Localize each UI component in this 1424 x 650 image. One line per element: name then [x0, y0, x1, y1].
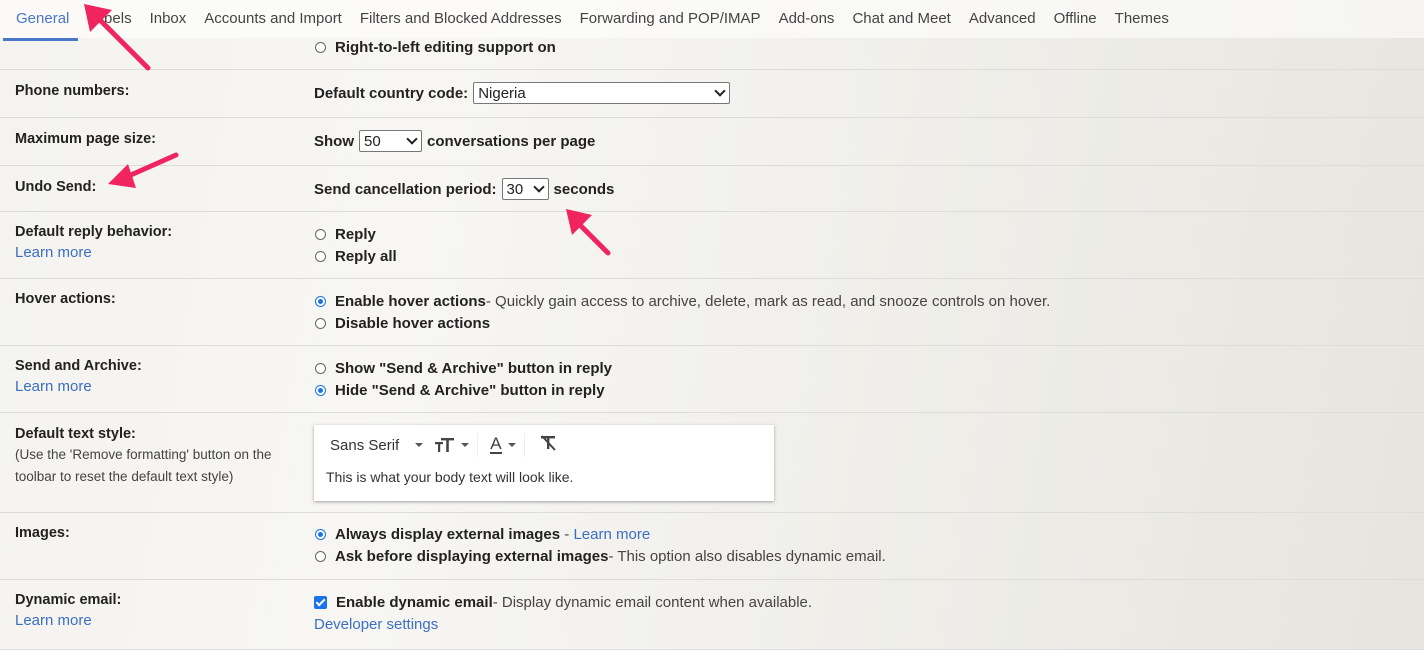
radio-selected-icon[interactable] [315, 528, 326, 540]
text-size-icon [435, 438, 455, 452]
tab-labels[interactable]: Labels [78, 3, 140, 35]
tab-chat-meet[interactable]: Chat and Meet [843, 3, 959, 35]
reply-label: Default reply behavior: [15, 224, 173, 240]
phone-row: Phone numbers: Default country code: Nig… [0, 70, 1424, 118]
text-color-button[interactable]: A [490, 434, 516, 454]
radio-icon[interactable] [315, 362, 326, 374]
tab-general[interactable]: General [2, 3, 79, 41]
tab-addons[interactable]: Add-ons [770, 3, 844, 35]
rtl-row: Right-to-left editing support on [0, 38, 1424, 70]
disable-hover-option[interactable]: Disable hover actions [314, 312, 1050, 334]
send-archive-label: Send and Archive: [15, 358, 142, 374]
font-family-select[interactable]: Sans Serif [330, 437, 424, 454]
tab-filters[interactable]: Filters and Blocked Addresses [351, 3, 571, 35]
text-color-icon: A [490, 434, 502, 454]
always-display-images-option[interactable]: Always display external images - Learn m… [314, 523, 886, 545]
font-size-button[interactable] [435, 437, 470, 453]
tab-accounts-import[interactable]: Accounts and Import [195, 3, 351, 35]
toolbar-divider [477, 433, 479, 457]
reply-learn-more-link[interactable]: Learn more [15, 244, 92, 261]
images-row: Images: Always display external images -… [0, 513, 1424, 580]
text-style-editor: Sans Serif A This is what your body text… [314, 425, 774, 501]
show-send-archive-option[interactable]: Show "Send & Archive" button in reply [314, 357, 612, 379]
dynamic-learn-more-link[interactable]: Learn more [15, 612, 92, 629]
text-style-label: Default text style: [15, 426, 136, 442]
preview-text: This is what your body text will look li… [326, 469, 574, 485]
remove-formatting-icon [540, 435, 556, 451]
settings-tabs: General Labels Inbox Accounts and Import… [0, 0, 1424, 41]
developer-settings-link[interactable]: Developer settings [314, 616, 438, 633]
radio-selected-icon[interactable] [315, 295, 326, 307]
radio-icon[interactable] [315, 228, 326, 240]
enable-dynamic-email-option[interactable]: Enable dynamic email - Display dynamic e… [314, 591, 812, 613]
remove-formatting-button[interactable] [539, 435, 557, 455]
reply-option[interactable]: Reply [314, 223, 397, 245]
tab-advanced[interactable]: Advanced [960, 3, 1045, 35]
settings-list: Right-to-left editing support on Phone n… [0, 38, 1424, 650]
radio-icon[interactable] [315, 550, 326, 562]
checkbox-checked-icon[interactable] [314, 595, 327, 609]
phone-label: Phone numbers: [15, 83, 130, 99]
radio-icon[interactable] [315, 41, 326, 53]
hover-row: Hover actions: Enable hover actions - Qu… [0, 279, 1424, 346]
cancellation-period-select[interactable]: 30 [501, 178, 549, 200]
caret-down-icon [415, 443, 424, 447]
tab-offline[interactable]: Offline [1045, 3, 1106, 35]
images-learn-more-link[interactable]: Learn more [573, 526, 650, 543]
toolbar-divider [523, 433, 525, 457]
chevron-down-icon [532, 181, 545, 193]
send-archive-row: Send and Archive: Learn more Show "Send &… [0, 346, 1424, 413]
hide-send-archive-option[interactable]: Hide "Send & Archive" button in reply [314, 379, 612, 401]
caret-down-icon [461, 443, 470, 447]
chevron-down-icon [406, 133, 418, 145]
images-label: Images: [15, 525, 70, 541]
reply-all-option[interactable]: Reply all [314, 245, 397, 267]
tab-forwarding[interactable]: Forwarding and POP/IMAP [571, 3, 770, 35]
undo-send-row: Undo Send: Send cancellation period: 30 … [0, 166, 1424, 212]
send-archive-learn-more-link[interactable]: Learn more [15, 378, 92, 395]
dynamic-email-label: Dynamic email: [15, 592, 122, 608]
radio-icon[interactable] [315, 250, 326, 262]
dynamic-email-row: Dynamic email: Learn more Enable dynamic … [0, 580, 1424, 650]
reply-row: Default reply behavior: Learn more Reply … [0, 212, 1424, 279]
rtl-option[interactable]: Right-to-left editing support on [314, 36, 556, 58]
radio-icon[interactable] [315, 317, 326, 329]
radio-selected-icon[interactable] [315, 384, 326, 396]
page-size-select[interactable]: 50 [359, 130, 422, 152]
hover-label: Hover actions: [15, 291, 116, 307]
text-style-row: Default text style: (Use the 'Remove form… [0, 413, 1424, 513]
country-code-select[interactable]: Nigeria [473, 82, 731, 104]
page-size-label: Maximum page size: [15, 131, 157, 147]
tab-themes[interactable]: Themes [1106, 3, 1178, 35]
text-style-hint: (Use the 'Remove formatting' button on t… [15, 447, 272, 484]
tab-inbox[interactable]: Inbox [141, 3, 196, 35]
page-size-row: Maximum page size: Show 50 conversations… [0, 118, 1424, 166]
enable-hover-option[interactable]: Enable hover actions - Quickly gain acce… [314, 290, 1050, 312]
format-toolbar: Sans Serif A [314, 425, 774, 465]
caret-down-icon [507, 443, 516, 447]
chevron-down-icon [714, 85, 726, 97]
ask-before-images-option[interactable]: Ask before displaying external images - … [314, 545, 886, 567]
undo-send-label: Undo Send: [15, 179, 97, 195]
